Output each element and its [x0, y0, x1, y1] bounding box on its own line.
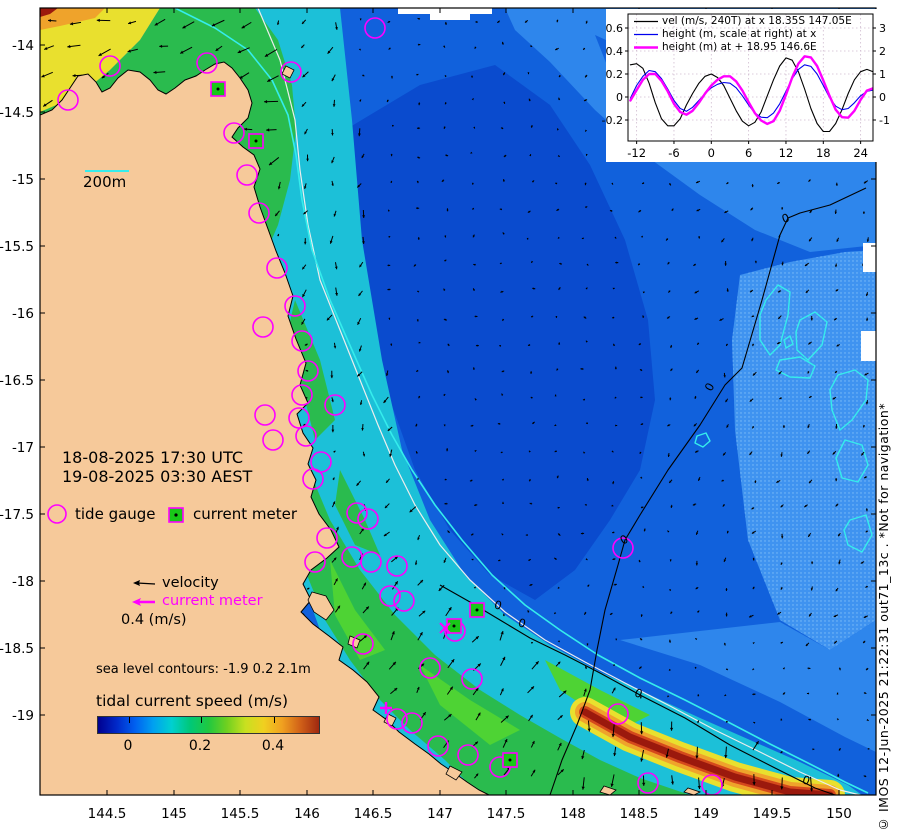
lon-tick-label: 148	[560, 806, 586, 822]
inset-left-tick-label: 0.6	[606, 22, 624, 35]
lon-tick-label: 150	[826, 806, 852, 822]
lon-tick-label: 145	[161, 806, 187, 822]
tidal-current-figure: 0 0 0 0 0 0 0 -14 -14.5 -15 -15.5 -16 -16.5 -17 -17.5-…	[0, 0, 900, 834]
colorbar-tick-label: 0.2	[188, 738, 212, 754]
current-meter-dot	[216, 87, 220, 91]
inset-legend-vel: vel (m/s, 240T) at x 18.35S 147.05E	[662, 15, 852, 27]
velocity-legend-label: velocity	[162, 575, 219, 591]
inset-left-tick-label: -0.2	[602, 114, 623, 127]
lat-tick-label: -14	[12, 38, 34, 54]
lat-tick-label: -16	[12, 306, 34, 322]
colorbar-tick-label: 0	[123, 738, 133, 754]
colorbar-tick	[274, 717, 275, 723]
datetime-local: 19-08-2025 03:30 AEST	[62, 467, 253, 486]
inset-right-tick-label: -1	[879, 114, 890, 127]
inset-left-tick-label: 0.4	[606, 45, 624, 58]
lat-tick-label: -17	[12, 440, 34, 456]
inset-x-tick-label: -6	[668, 146, 679, 160]
inset-x-tick-label: 18	[816, 146, 831, 160]
inset-x-tick-label: -12	[627, 146, 646, 160]
inset-right-tick-label: 0	[879, 91, 886, 104]
current-meter-arrow-icon	[132, 598, 155, 606]
inset-right-tick-label: 3	[879, 22, 886, 35]
current-meter-dot	[475, 608, 479, 612]
lon-tick-label: 149	[693, 806, 719, 822]
current-meter-dot	[254, 139, 258, 143]
tide-gauge-label: tide gauge	[75, 505, 156, 523]
vector-scale-label: 0.4 (m/s)	[121, 612, 187, 628]
lat-tick-label: -16.5	[0, 373, 34, 389]
copyright-text: © IMOS 12-Jun-2025 21:22:31 out71_13c . …	[876, 402, 891, 832]
lon-tick-label: 146	[294, 806, 320, 822]
inset-x-tick-label: 12	[779, 146, 794, 160]
lon-tick-label: 147.5	[487, 806, 526, 822]
lat-tick-label: -14.5	[0, 105, 34, 121]
lon-tick-label: 148.5	[620, 806, 659, 822]
current-meter-dot	[452, 624, 456, 628]
colorbar	[97, 716, 320, 734]
inset-legend-height-plus: height (m) at + 18.95 146.6E	[662, 41, 817, 53]
colorbar-tick-label: 0.4	[261, 738, 285, 754]
tide-gauge-icon	[47, 504, 67, 524]
colorbar-tick	[129, 717, 130, 723]
inset-x-tick-label: 6	[745, 146, 752, 160]
lon-tick-label: 144.5	[88, 806, 127, 822]
lon-tick-label: 146.5	[354, 806, 393, 822]
inset-right-tick-label: 2	[879, 45, 886, 58]
lon-tick-label: 145.5	[221, 806, 260, 822]
colorbar-tick	[201, 717, 202, 723]
velocity-arrow-icon	[133, 580, 156, 586]
current-meter-label: current meter	[193, 505, 297, 523]
inset-x-tick-label: 0	[708, 146, 715, 160]
lon-tick-label: 149.5	[753, 806, 792, 822]
scalebar-label: 200m	[83, 173, 127, 191]
sea-level-contour-note: sea level contours: -1.9 0.2 2.1m	[96, 662, 311, 677]
scalebar-line	[85, 170, 129, 172]
inset-left-tick-label: 0.2	[606, 68, 624, 81]
current-meter-vector-label: current meter	[162, 593, 263, 609]
lat-tick-label: -15	[12, 172, 34, 188]
no-data-notch	[863, 243, 876, 272]
inset-x-tick-label: 24	[853, 146, 868, 160]
colorbar-title: tidal current speed (m/s)	[96, 692, 289, 710]
lat-tick-label: -18.5	[0, 641, 34, 657]
inset-left-tick-label: 0	[616, 91, 623, 104]
lat-tick-label: -19	[12, 708, 34, 724]
lat-tick-label: -17.5	[0, 507, 34, 523]
lat-tick-label: -18	[12, 574, 34, 590]
inset-right-tick-label: 1	[879, 68, 886, 81]
lat-tick-label: -15.5	[0, 239, 34, 255]
lon-tick-label: 147	[427, 806, 453, 822]
no-data-notch	[861, 331, 876, 361]
current-meter-dot	[508, 758, 512, 762]
current-meter-icon	[168, 507, 184, 523]
datetime-utc: 18-08-2025 17:30 UTC	[62, 448, 243, 467]
inset-legend-height-x: height (m, scale at right) at x	[662, 28, 817, 40]
